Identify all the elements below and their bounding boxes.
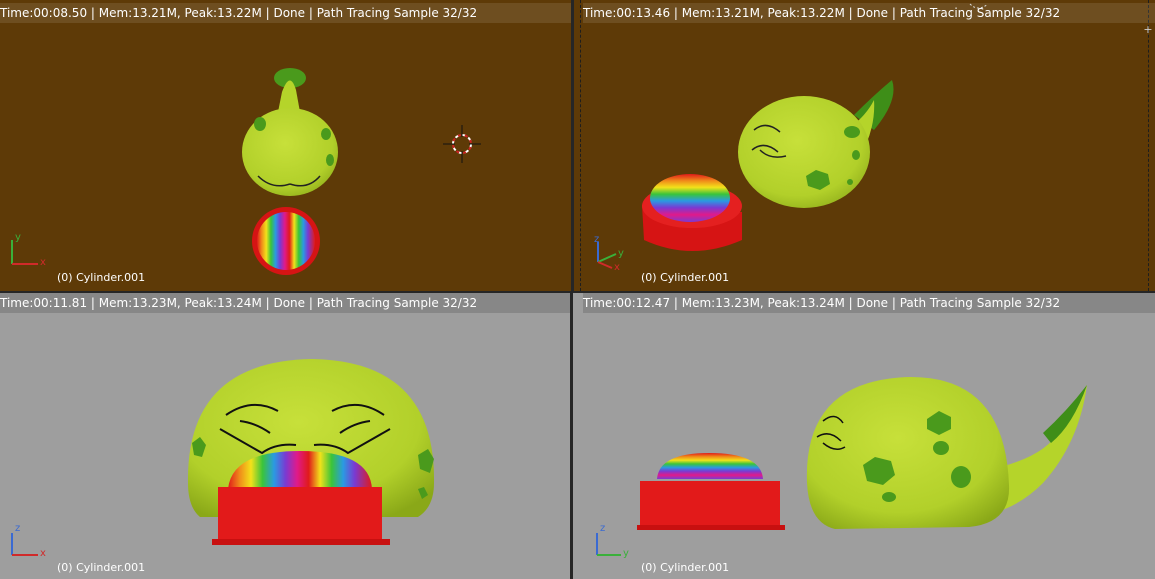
viewport-splitter-horizontal[interactable] — [0, 291, 1155, 293]
viewport-side[interactable]: Time:00:12.47 | Mem:13.23M, Peak:13.24M … — [573, 293, 1155, 579]
svg-text:y: y — [618, 248, 624, 259]
viewport-top[interactable]: Time:00:08.50 | Mem:13.21M, Peak:13.22M … — [0, 0, 571, 291]
3d-cursor-icon — [443, 125, 481, 163]
rainbow-fill — [650, 174, 730, 222]
svg-text:z: z — [15, 523, 20, 534]
object-label: (0) Cylinder.001 — [57, 561, 146, 574]
object-label: (0) Cylinder.001 — [641, 271, 730, 284]
viewport-splitter-vertical-bottom[interactable] — [570, 293, 573, 579]
rainbow-fill — [257, 212, 315, 270]
object-label: (0) Cylinder.001 — [641, 561, 730, 574]
render-scene — [242, 68, 481, 275]
svg-text:z: z — [594, 234, 599, 245]
svg-text:x: x — [40, 548, 46, 559]
body-shape — [806, 377, 1010, 529]
svg-text:y: y — [623, 548, 629, 559]
viewport-camera[interactable]: Time:00:13.46 | Mem:13.21M, Peak:13.22M … — [574, 0, 1155, 291]
axis-gizmo-icon: z y x — [594, 234, 624, 272]
render-scene — [637, 377, 1087, 530]
body-shape — [738, 96, 870, 208]
bowl-shape — [218, 487, 382, 541]
viewport-front[interactable]: Time:00:11.81 | Mem:13.23M, Peak:13.24M … — [0, 293, 570, 579]
bowl-shape — [640, 481, 780, 527]
axis-gizmo-icon: z x — [11, 523, 46, 559]
render-scene — [642, 3, 989, 251]
svg-text:x: x — [40, 257, 46, 268]
viewport-splitter-vertical-top[interactable] — [571, 0, 574, 291]
axis-gizmo-icon: y x — [11, 232, 46, 268]
plus-icon[interactable]: + — [1143, 24, 1153, 36]
svg-text:z: z — [600, 523, 605, 534]
svg-text:y: y — [15, 232, 21, 243]
axis-gizmo-icon: z y — [596, 523, 629, 559]
svg-text:x: x — [614, 262, 620, 272]
render-scene — [187, 359, 435, 545]
object-label: (0) Cylinder.001 — [57, 271, 146, 284]
rainbow-fill — [657, 453, 763, 479]
